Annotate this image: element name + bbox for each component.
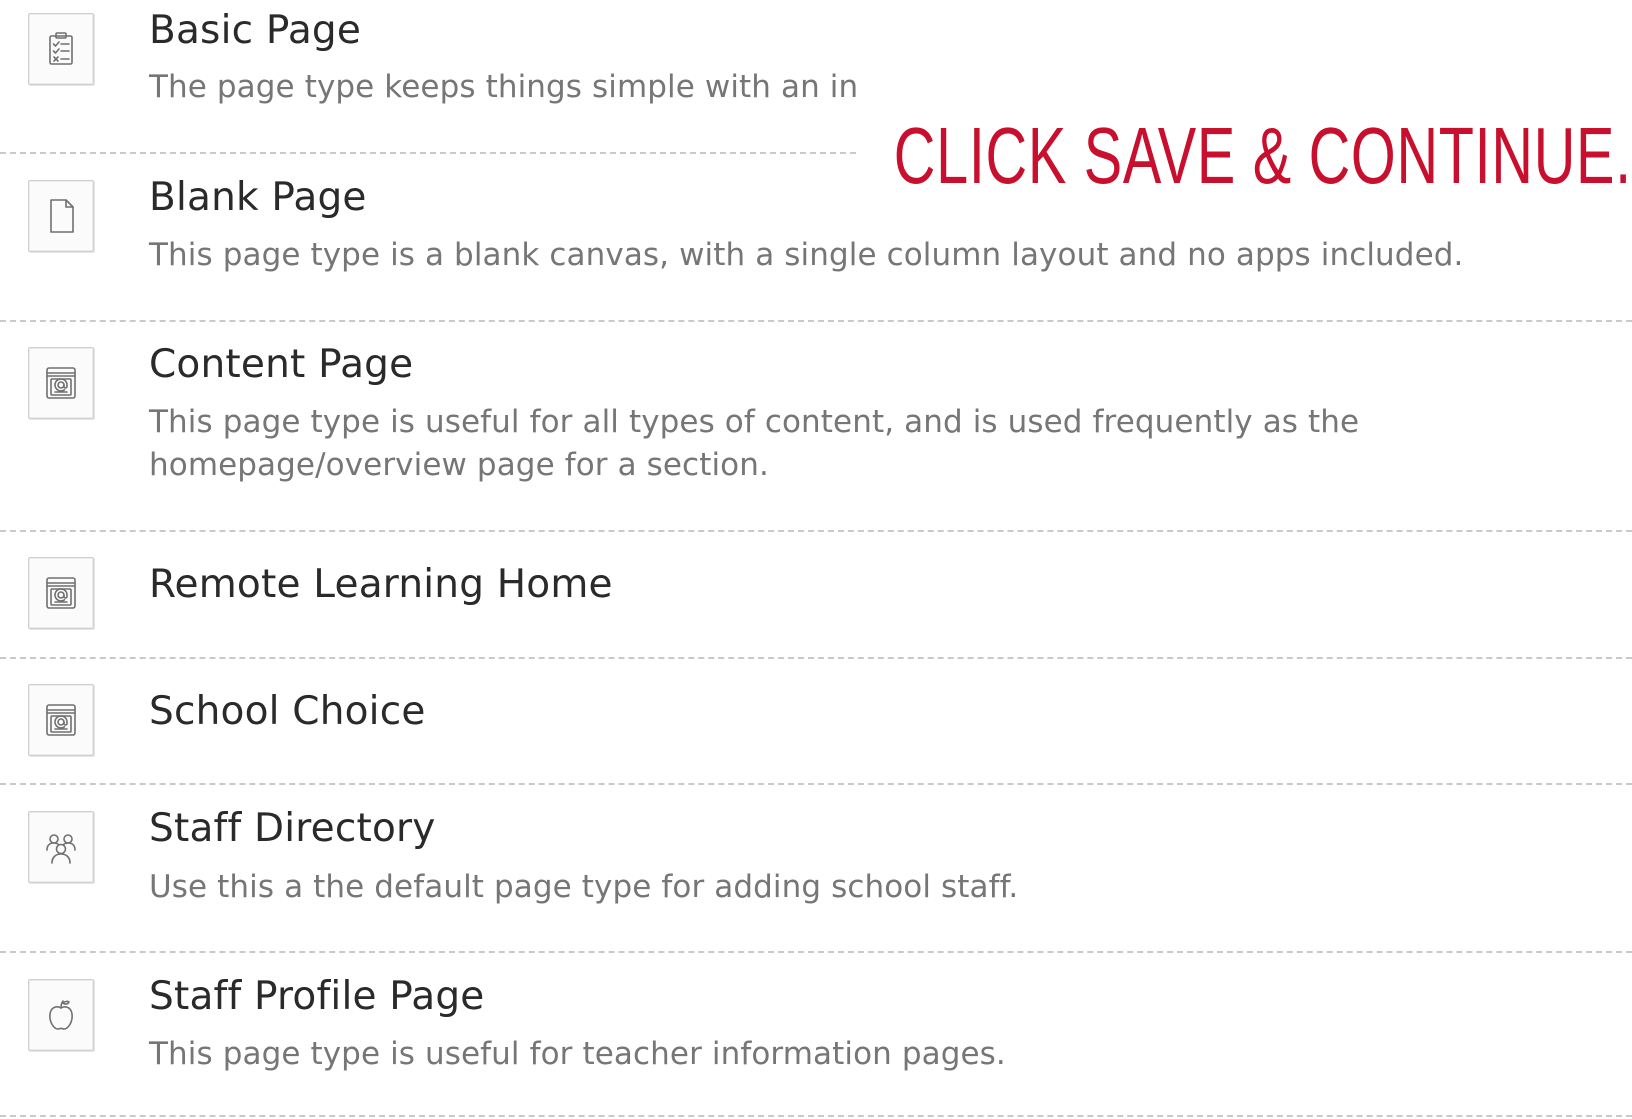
divider	[0, 1115, 1632, 1117]
divider	[0, 320, 1632, 322]
page-type-title: School Choice	[149, 689, 426, 734]
divider	[0, 657, 1632, 659]
apple-icon	[28, 979, 94, 1051]
page-type-description: This page type is useful for all types o…	[149, 404, 1360, 483]
instruction-callout: CLICK SAVE & CONTINUE.	[888, 112, 1632, 202]
page-type-title: Content Page	[149, 342, 414, 387]
content-book-icon	[28, 684, 94, 756]
people-group-icon	[28, 811, 94, 883]
page-type-title: Remote Learning Home	[149, 562, 613, 607]
page-type-description: The page type keeps things simple with a…	[149, 69, 857, 105]
page-type-title: Staff Directory	[149, 806, 436, 851]
divider	[0, 951, 1632, 953]
divider	[0, 530, 1632, 532]
clipboard-checklist-icon	[28, 13, 94, 85]
page-type-description: Use this a the default page type for add…	[149, 869, 1019, 905]
divider	[0, 783, 1632, 785]
blank-document-icon	[28, 180, 94, 252]
page-type-description: This page type is a blank canvas, with a…	[149, 237, 1464, 273]
page-type-title: Blank Page	[149, 175, 367, 220]
page-type-title: Basic Page	[149, 8, 362, 53]
page-type-description: This page type is useful for teacher inf…	[149, 1036, 1006, 1072]
divider	[0, 152, 856, 154]
content-book-icon	[28, 557, 94, 629]
page-type-title: Staff Profile Page	[149, 974, 485, 1019]
content-book-icon	[28, 347, 94, 419]
